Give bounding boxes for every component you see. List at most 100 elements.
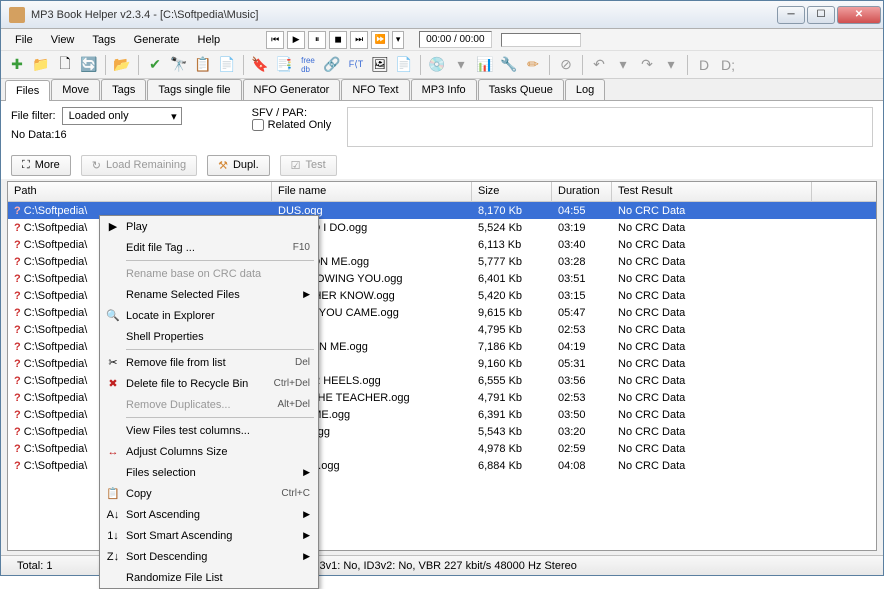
related-only-checkbox[interactable] bbox=[252, 119, 264, 131]
context-icon-blank bbox=[104, 397, 122, 413]
tab-tasks-queue[interactable]: Tasks Queue bbox=[478, 79, 564, 100]
player-dropdown-button[interactable]: ▾ bbox=[392, 31, 404, 49]
context-item-edit-file-tag[interactable]: Edit file Tag ...F10 bbox=[100, 237, 318, 258]
add-icon[interactable]: ✚ bbox=[7, 55, 27, 75]
tab-move[interactable]: Move bbox=[51, 79, 100, 100]
clear-icon[interactable]: ✏ bbox=[523, 55, 543, 75]
file-filter-label: File filter: bbox=[11, 110, 56, 122]
context-item-sort-smart-ascending[interactable]: 1↓Sort Smart Ascending▶ bbox=[100, 525, 318, 546]
check-icon[interactable]: ✔ bbox=[145, 55, 165, 75]
menu-generate[interactable]: Generate bbox=[126, 31, 188, 49]
question-icon: ? bbox=[14, 375, 21, 387]
player-end-button[interactable]: ⏩ bbox=[371, 31, 389, 49]
context-icon: 🔍 bbox=[104, 308, 122, 324]
test-icon: ☑ bbox=[291, 159, 301, 172]
context-item-rename-selected-files[interactable]: Rename Selected Files▶ bbox=[100, 284, 318, 305]
context-icon: Z↓ bbox=[104, 549, 122, 565]
player-stop-button[interactable]: ◼ bbox=[329, 31, 347, 49]
player-prev-button[interactable]: ⏮ bbox=[266, 31, 284, 49]
tag-icon[interactable]: 🔖 bbox=[250, 55, 270, 75]
tab-log[interactable]: Log bbox=[565, 79, 605, 100]
tab-files[interactable]: Files bbox=[5, 80, 50, 101]
redo-icon[interactable]: ↷ bbox=[637, 55, 657, 75]
context-item-randomize-file-list[interactable]: Randomize File List bbox=[100, 567, 318, 588]
undo-icon[interactable]: ↶ bbox=[589, 55, 609, 75]
chart-icon[interactable]: 📊 bbox=[475, 55, 495, 75]
new-doc-icon[interactable]: 🗋 bbox=[55, 55, 75, 75]
disc1-icon[interactable]: D bbox=[694, 55, 714, 75]
toolbar-separator bbox=[687, 55, 688, 75]
player-pause-button[interactable]: ⏸ bbox=[308, 31, 326, 49]
menu-tags[interactable]: Tags bbox=[84, 31, 123, 49]
tab-mp3-info[interactable]: MP3 Info bbox=[411, 79, 477, 100]
submenu-arrow-icon: ▶ bbox=[303, 289, 310, 300]
reload-icon: ↻ bbox=[92, 159, 101, 172]
menu-help[interactable]: Help bbox=[190, 31, 229, 49]
context-item-view-files-test-columns[interactable]: View Files test columns... bbox=[100, 420, 318, 441]
header-test-result[interactable]: Test Result bbox=[612, 182, 812, 201]
close-button[interactable] bbox=[837, 6, 881, 24]
folder-icon[interactable]: 📁 bbox=[31, 55, 51, 75]
context-item-adjust-columns-size[interactable]: ↔Adjust Columns Size bbox=[100, 441, 318, 462]
test-button[interactable]: ☑Test bbox=[280, 155, 337, 176]
player-play-button[interactable]: ▶ bbox=[287, 31, 305, 49]
tags-icon[interactable]: 📑 bbox=[274, 55, 294, 75]
context-item-files-selection[interactable]: Files selection▶ bbox=[100, 462, 318, 483]
minimize-button[interactable] bbox=[777, 6, 805, 24]
redo-dropdown-icon[interactable]: ▾ bbox=[661, 55, 681, 75]
file-filter-combo[interactable]: Loaded only bbox=[62, 107, 182, 125]
player-next-button[interactable]: ⏭ bbox=[350, 31, 368, 49]
dupl-icon: ⚒ bbox=[218, 159, 228, 172]
tab-tags-single-file[interactable]: Tags single file bbox=[147, 79, 241, 100]
tab-tags[interactable]: Tags bbox=[101, 79, 146, 100]
freedb-icon[interactable]: freedb bbox=[298, 55, 318, 75]
disc2-icon[interactable]: D; bbox=[718, 55, 738, 75]
toolbar-separator bbox=[549, 55, 550, 75]
toolbar-separator bbox=[243, 55, 244, 75]
tab-nfo-generator[interactable]: NFO Generator bbox=[243, 79, 341, 100]
context-item-play[interactable]: ▶Play bbox=[100, 216, 318, 237]
stop-icon[interactable]: ⊘ bbox=[556, 55, 576, 75]
context-separator bbox=[126, 349, 314, 350]
context-item-remove-file-from-list[interactable]: ✂Remove file from listDel bbox=[100, 352, 318, 373]
player-seek-slider[interactable] bbox=[501, 33, 581, 47]
load-remaining-button[interactable]: ↻Load Remaining bbox=[81, 155, 197, 176]
button-row: ⛶More ↻Load Remaining ⚒Dupl. ☑Test bbox=[1, 151, 883, 179]
image-icon[interactable]: 🖼 bbox=[370, 55, 390, 75]
tab-nfo-text[interactable]: NFO Text bbox=[341, 79, 409, 100]
tab-row: FilesMoveTagsTags single fileNFO Generat… bbox=[1, 79, 883, 101]
more-button[interactable]: ⛶More bbox=[11, 155, 71, 176]
doc-icon[interactable]: 📄 bbox=[394, 55, 414, 75]
binoculars-icon[interactable]: 🔭 bbox=[169, 55, 189, 75]
expand-icon: ⛶ bbox=[22, 159, 30, 172]
header-path[interactable]: Path bbox=[8, 182, 272, 201]
context-item-copy[interactable]: 📋CopyCtrl+C bbox=[100, 483, 318, 504]
submenu-arrow-icon: ▶ bbox=[303, 509, 310, 520]
context-item-delete-file-to-recycle-bin[interactable]: ✖Delete file to Recycle BinCtrl+Del bbox=[100, 373, 318, 394]
context-item-locate-in-explorer[interactable]: 🔍Locate in Explorer bbox=[100, 305, 318, 326]
header-size[interactable]: Size bbox=[472, 182, 552, 201]
menu-view[interactable]: View bbox=[43, 31, 83, 49]
tool-icon[interactable]: 🔧 bbox=[499, 55, 519, 75]
maximize-button[interactable] bbox=[807, 6, 835, 24]
context-item-sort-descending[interactable]: Z↓Sort Descending▶ bbox=[100, 546, 318, 567]
text-icon[interactable]: F⟨T bbox=[346, 55, 366, 75]
paste-icon[interactable]: 📄 bbox=[217, 55, 237, 75]
copy-icon[interactable]: 📋 bbox=[193, 55, 213, 75]
header-duration[interactable]: Duration bbox=[552, 182, 612, 201]
refresh-icon[interactable]: 🔄 bbox=[79, 55, 99, 75]
menu-file[interactable]: File bbox=[7, 31, 41, 49]
open-folder-icon[interactable]: 📂 bbox=[112, 55, 132, 75]
question-icon: ? bbox=[14, 409, 21, 421]
question-icon: ? bbox=[14, 324, 21, 336]
context-item-sort-ascending[interactable]: A↓Sort Ascending▶ bbox=[100, 504, 318, 525]
undo-dropdown-icon[interactable]: ▾ bbox=[613, 55, 633, 75]
dupl-button[interactable]: ⚒Dupl. bbox=[207, 155, 270, 176]
dropdown-icon[interactable]: ▾ bbox=[451, 55, 471, 75]
context-icon-blank bbox=[104, 240, 122, 256]
header-filename[interactable]: File name bbox=[272, 182, 472, 201]
web-icon[interactable]: 🔗 bbox=[322, 55, 342, 75]
context-item-shell-properties[interactable]: Shell Properties bbox=[100, 326, 318, 347]
app-window: MP3 Book Helper v2.3.4 - [C:\Softpedia\M… bbox=[0, 0, 884, 576]
cd-icon[interactable]: 💿 bbox=[427, 55, 447, 75]
